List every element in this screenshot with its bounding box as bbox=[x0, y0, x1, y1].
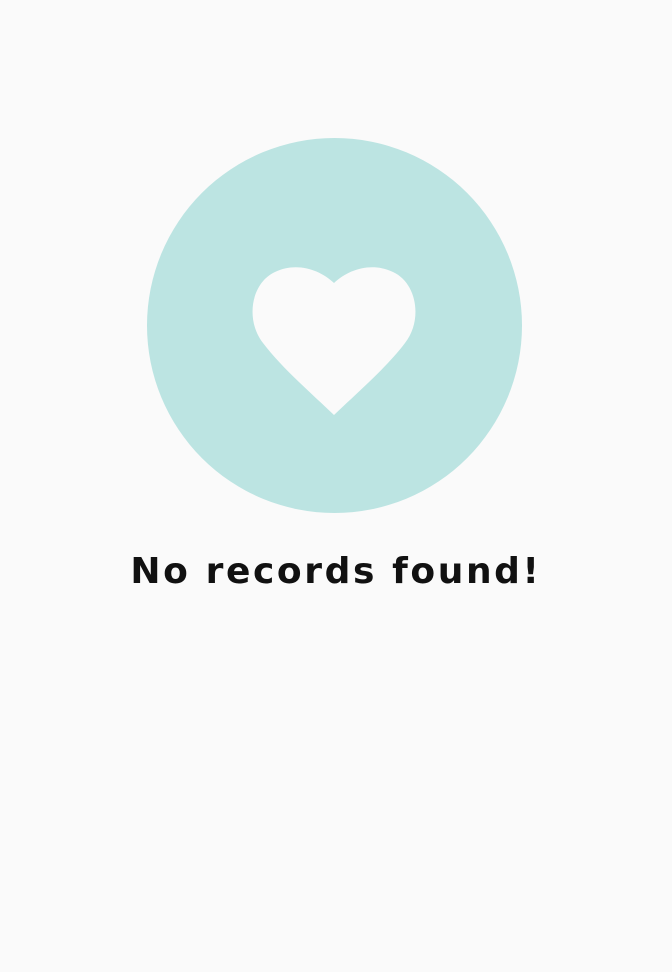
heart-shape bbox=[252, 267, 416, 415]
empty-state: No records found! bbox=[0, 0, 672, 972]
empty-state-message: No records found! bbox=[130, 551, 542, 592]
heart-icon bbox=[252, 267, 416, 415]
screen: No records found! bbox=[0, 0, 672, 972]
